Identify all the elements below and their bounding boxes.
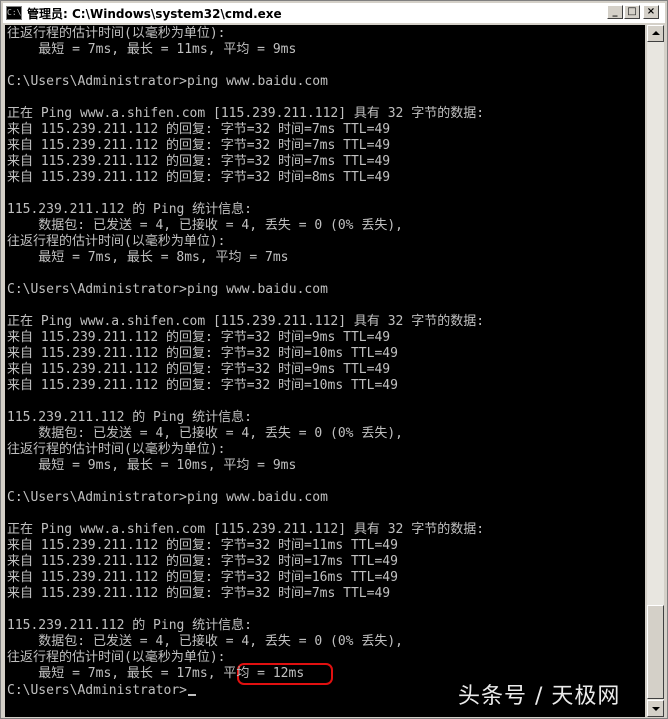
minimize-icon: _ (612, 6, 618, 17)
console-line: 来自 115.239.211.112 的回复: 字节=32 时间=11ms TT… (7, 538, 398, 553)
console-line: 往返行程的估计时间(以毫秒为单位): (7, 26, 226, 41)
console-line: 正在 Ping www.a.shifen.com [115.239.211.11… (7, 522, 485, 537)
maximize-icon: □ (627, 6, 637, 17)
console-line: 数据包: 已发送 = 4, 已接收 = 4, 丢失 = 0 (0% 丢失), (7, 218, 403, 233)
console-line: 115.239.211.112 的 Ping 统计信息: (7, 618, 253, 633)
console-line: 正在 Ping www.a.shifen.com [115.239.211.11… (7, 314, 485, 329)
minimize-button[interactable]: _ (607, 5, 623, 19)
console-line: 往返行程的估计时间(以毫秒为单位): (7, 650, 226, 665)
maximize-button[interactable]: □ (624, 5, 640, 19)
close-icon: × (646, 6, 656, 17)
console-line: 来自 115.239.211.112 的回复: 字节=32 时间=10ms TT… (7, 346, 398, 361)
console-line: C:\Users\Administrator>ping www.baidu.co… (7, 490, 328, 505)
console-line: C:\Users\Administrator>ping www.baidu.co… (7, 74, 328, 89)
console-line: 正在 Ping www.a.shifen.com [115.239.211.11… (7, 106, 485, 121)
prompt-text: C:\Users\Administrator> (7, 683, 188, 698)
console-line: 最短 = 7ms, 最长 = 8ms, 平均 = 7ms (7, 250, 289, 265)
cmd-icon[interactable]: C:\ (6, 6, 22, 20)
console-line: 来自 115.239.211.112 的回复: 字节=32 时间=7ms TTL… (7, 586, 391, 601)
console-line: 115.239.211.112 的 Ping 统计信息: (7, 410, 253, 425)
scroll-down-button[interactable] (647, 700, 664, 717)
console-line: 往返行程的估计时间(以毫秒为单位): (7, 442, 226, 457)
vertical-scrollbar[interactable] (647, 25, 664, 717)
console-line: 来自 115.239.211.112 的回复: 字节=32 时间=17ms TT… (7, 554, 398, 569)
console-line: 来自 115.239.211.112 的回复: 字节=32 时间=9ms TTL… (7, 362, 391, 377)
window-controls: _ □ × (606, 5, 659, 19)
close-button[interactable]: × (643, 5, 659, 19)
console-line: 来自 115.239.211.112 的回复: 字节=32 时间=8ms TTL… (7, 170, 391, 185)
scroll-thumb[interactable] (647, 605, 664, 699)
arrow-up-icon (652, 31, 660, 35)
text-cursor (188, 694, 197, 696)
console-line: 数据包: 已发送 = 4, 已接收 = 4, 丢失 = 0 (0% 丢失), (7, 634, 403, 649)
console-output[interactable]: 往返行程的估计时间(以毫秒为单位): 最短 = 7ms, 最长 = 11ms, … (5, 25, 645, 717)
console-line: 最短 = 7ms, 最长 = 11ms, 平均 = 9ms (7, 42, 297, 57)
arrow-down-icon (652, 707, 660, 711)
console-line: 115.239.211.112 的 Ping 统计信息: (7, 202, 253, 217)
scroll-up-button[interactable] (647, 25, 664, 42)
console-line: 来自 115.239.211.112 的回复: 字节=32 时间=9ms TTL… (7, 330, 391, 345)
console-line: 数据包: 已发送 = 4, 已接收 = 4, 丢失 = 0 (0% 丢失), (7, 426, 403, 441)
title-bar[interactable]: C:\ 管理员: C:\Windows\system32\cmd.exe _ □… (3, 3, 665, 23)
console-line: 最短 = 7ms, 最长 = 17ms, 平均 = 12ms (7, 666, 305, 681)
cmd-window: C:\ 管理员: C:\Windows\system32\cmd.exe _ □… (0, 0, 668, 719)
console-line: 来自 115.239.211.112 的回复: 字节=32 时间=7ms TTL… (7, 122, 391, 137)
watermark: 头条号 / 天极网 (458, 684, 621, 709)
console-line: 来自 115.239.211.112 的回复: 字节=32 时间=16ms TT… (7, 570, 398, 585)
console-line: C:\Users\Administrator>ping www.baidu.co… (7, 282, 328, 297)
console-line: 来自 115.239.211.112 的回复: 字节=32 时间=7ms TTL… (7, 138, 391, 153)
console-line: 最短 = 9ms, 最长 = 10ms, 平均 = 9ms (7, 458, 297, 473)
console-line: 往返行程的估计时间(以毫秒为单位): (7, 234, 226, 249)
console-line: 来自 115.239.211.112 的回复: 字节=32 时间=7ms TTL… (7, 154, 391, 169)
console-line: 来自 115.239.211.112 的回复: 字节=32 时间=10ms TT… (7, 378, 398, 393)
window-title: 管理员: C:\Windows\system32\cmd.exe (27, 6, 282, 21)
command-prompt[interactable]: C:\Users\Administrator> (7, 683, 197, 699)
